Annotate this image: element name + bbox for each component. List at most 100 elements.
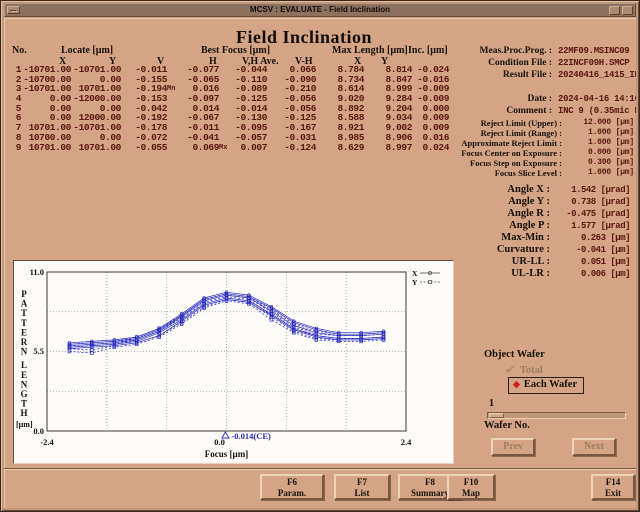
x-tick-label: 2.4 (401, 437, 412, 447)
info-label: Meas.Proc.Prog. : (304, 45, 552, 57)
fkey-label: Map (449, 488, 493, 499)
info-row: Angle X :1.542 [µrad] (304, 184, 630, 196)
info-value: 1.542 [µrad] (550, 184, 630, 196)
window-title: MCSV : EVALUATE - Field Inclination (5, 5, 635, 14)
info-value: 22INCF09H.SMCP (552, 57, 636, 69)
table-cell: 9 (9, 143, 21, 153)
info-value: 0.051 [µm] (550, 256, 630, 268)
radio-each-wafer[interactable]: ◆Each Wafer (508, 377, 584, 394)
y-axis-label-letter: A (21, 299, 28, 309)
info-row: Meas.Proc.Prog. :22MF09.MSINC09 (304, 45, 636, 57)
series-line-Y4 (69, 294, 383, 345)
best-focus-value: -0.014(CE) (231, 431, 271, 441)
x-tick-label: 0.0 (214, 437, 225, 447)
info-label: Reject Limit (Upper) : (304, 118, 562, 128)
info-value: 22MF09.MSINC09 (552, 45, 636, 57)
info-label: Comment : (304, 105, 552, 117)
info-value: 1.000 [µm] (562, 128, 634, 138)
info-row: Focus Center on Exposure :0.000 [µm] (304, 148, 634, 158)
info-label: Angle R : (304, 208, 550, 220)
y-axis-label-letter: N (21, 379, 28, 389)
y-axis-label-letter: R (21, 337, 28, 347)
info-label: Angle Y : (304, 196, 550, 208)
info-label: Approximate Reject Limit : (304, 138, 562, 148)
y-axis-label-letter: G (20, 389, 27, 399)
info-label: Date : (304, 93, 552, 105)
fkey-number: F7 (336, 477, 388, 488)
fkey-f6-button[interactable]: F6Param. (260, 474, 324, 500)
y-axis-label-letter: L (21, 360, 27, 370)
info-value: -0.041 [µm] (550, 244, 630, 256)
fkey-number: F10 (449, 477, 493, 488)
info-row: Focus Step on Exposure :0.300 [µm] (304, 158, 634, 168)
info-value: 1.577 [µrad] (550, 220, 630, 232)
info-row: Angle R :-0.475 [µrad] (304, 208, 630, 220)
info-value: -0.475 [µrad] (550, 208, 630, 220)
fkey-f10-button[interactable]: F10Map (447, 474, 495, 500)
info-label: Focus Slice Level : (304, 168, 562, 178)
info-value: 0.263 [µm] (550, 232, 630, 244)
fkey-label: Param. (262, 488, 322, 499)
focus-pattern-chart: 0.05.511.0PATTERNLENGTH[µm]-2.40.02.4-0.… (13, 260, 454, 464)
slider-thumb[interactable] (489, 413, 504, 418)
diamond-icon: ◆ (513, 379, 520, 389)
info-row: Approximate Reject Limit :1.000 [µm] (304, 138, 634, 148)
check-icon: ✓ (504, 364, 516, 376)
fkey-f14-button[interactable]: F14Exit (591, 474, 635, 500)
y-axis-label-letter: T (21, 318, 27, 328)
table-cell: 0.007 (219, 143, 267, 153)
series-line-X3 (69, 294, 383, 345)
info-row: Focus Slice Level :1.000 [µm] (304, 168, 634, 178)
info-value: 12.000 [µm] (562, 118, 634, 128)
titlebar[interactable]: MCSV : EVALUATE - Field Inclination (4, 3, 636, 17)
radio-total[interactable]: ✓Total (506, 364, 543, 376)
next-button[interactable]: Next (572, 438, 616, 456)
info-value: 0.300 [µm] (562, 158, 634, 168)
info-value: 20240416_1415_INC09H (552, 69, 636, 81)
object-wafer-title: Object Wafer (484, 349, 545, 360)
info-label: Focus Center on Exposure : (304, 148, 562, 158)
info-label: Curvature : (304, 244, 550, 256)
wafer-number-slider[interactable] (487, 412, 626, 419)
fkey-label: Exit (593, 488, 633, 499)
info-row: Date :2024-04-16 14:16:06 (304, 93, 636, 105)
minimize-button[interactable] (609, 6, 620, 15)
info-row: Angle Y :0.738 [µrad] (304, 196, 630, 208)
info-row: Comment :INC 9 (0.35mic HV)[ R2 (304, 105, 636, 117)
fkey-f7-button[interactable]: F7List (334, 474, 390, 500)
col-header-locate: Locate [µm] (61, 45, 113, 56)
table-cell: 10701.00 (21, 143, 71, 153)
info-value: 1.000 [µm] (562, 138, 634, 148)
info-value: 0.000 [µm] (562, 148, 634, 158)
info-label: Condition File : (304, 57, 552, 69)
info-label: Result File : (304, 69, 552, 81)
col-header-best-focus: Best Focus [µm] (201, 45, 270, 56)
y-axis-label-letter: T (21, 399, 27, 409)
y-axis-label-letter: H (20, 408, 27, 418)
info-row: Result File :20240416_1415_INC09H (304, 69, 636, 81)
info-value: 1.000 [µm] (562, 168, 634, 178)
y-axis-label-letter: P (21, 289, 27, 299)
file-info-group: Meas.Proc.Prog. :22MF09.MSINC09Condition… (304, 45, 636, 81)
fkey-number: F14 (593, 477, 633, 488)
y-axis-label-letter: T (21, 308, 27, 318)
info-value: 0.006 [µm] (550, 268, 630, 280)
prev-button[interactable]: Prev (491, 438, 535, 456)
info-row: Angle P :1.577 [µrad] (304, 220, 630, 232)
wafer-number-value: 1 (489, 398, 494, 409)
app-window: MCSV : EVALUATE - Field Inclination Fiel… (0, 0, 640, 512)
fkey-label: List (336, 488, 388, 499)
bottom-divider (4, 468, 636, 470)
info-label: Max-Min : (304, 232, 550, 244)
x-axis-title: Focus [µm] (205, 449, 248, 459)
legend-label-X: X (412, 269, 418, 278)
table-cell: 0.069Mx (167, 143, 219, 153)
table-cell: 10701.00 (71, 143, 121, 153)
x-tick-label: -2.4 (40, 437, 54, 447)
chart-svg: 0.05.511.0PATTERNLENGTH[µm]-2.40.02.4-0.… (14, 261, 453, 463)
info-label: Focus Step on Exposure : (304, 158, 562, 168)
y-tick-label: 0.0 (33, 426, 44, 436)
y-axis-label-letter: E (21, 327, 27, 337)
y-axis-unit: [µm] (16, 420, 33, 429)
maximize-button[interactable] (622, 6, 633, 15)
